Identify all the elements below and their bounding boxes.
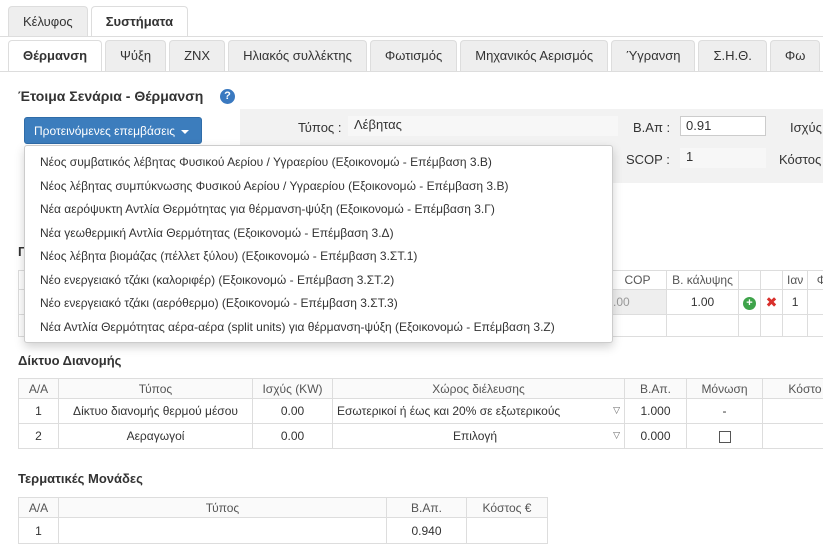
table-row: 1 Δίκτυο διανομής θερμού μέσου 0.00 Εσωτ… [18,398,823,424]
table-row: 1 0.940 [18,517,548,544]
col-cost: Κόστος € [466,497,548,518]
col-type: Τύπος [58,497,387,518]
terminal-title: Τερματικές Μονάδες [18,471,143,486]
add-icon[interactable]: + [743,296,756,310]
col-cop: COP [608,270,667,290]
feb-cell: 1 [807,289,823,315]
select-arrow-icon: ▽ [613,430,620,440]
bap-input[interactable]: 0.91 [680,116,766,136]
menu-item[interactable]: Νέο ενεργειακό τζάκι (αερόθερμο) (Εξοικο… [25,292,612,316]
interventions-menu: Νέος συμβατικός λέβητας Φυσικού Αερίου /… [24,145,613,343]
col-coverage: Β. κάλυψης [666,270,739,290]
col-bap: Β.Απ. [624,378,687,399]
col-cost: Κόστο [762,378,823,399]
col-space: Χώρος διέλευσης [332,378,625,399]
space-value: Επιλογή [452,429,498,443]
tab-ygransi[interactable]: Ύγρανση [611,40,696,72]
aa-cell: 1 [18,398,59,424]
insulation-checkbox[interactable] [718,430,731,443]
scenario-title: Έτοιμα Σενάρια - Θέρμανση [18,88,204,104]
aa-cell: 1 [18,517,59,544]
tab-psyxi[interactable]: Ψύξη [105,40,167,72]
col-jan: Ιαν [781,270,809,290]
aa-cell: 2 [18,423,59,449]
type-cell [58,517,387,544]
menu-item[interactable]: Νέα Αντλία Θερμότητας αέρα-αέρα (split u… [25,316,612,340]
tab-znx[interactable]: ΖΝΧ [169,40,226,72]
tab-fo-partial[interactable]: Φω [769,40,821,72]
space-select[interactable]: Επιλογή ▽ [332,423,625,449]
bap-cell: 1.000 [624,398,687,424]
power-label: Ισχύς [790,120,822,135]
col-power: Ισχύς (KW) [252,378,333,399]
insulation-cell: - [686,398,763,424]
network-table: Α/Α Τύπος Ισχύς (KW) Χώρος διέλευσης Β.Α… [18,378,823,449]
type-label: Τύπος : [298,120,342,135]
scop-label: SCOP : [626,152,670,167]
select-arrow-icon: ▽ [613,405,620,415]
col-insulation: Μόνωση [686,378,763,399]
space-value: Εσωτερικοί ή έως και 20% σε εξωτερικούς [337,404,561,418]
tab-systimata[interactable]: Συστήματα [90,6,189,37]
menu-item[interactable]: Νέος συμβατικός λέβητας Φυσικού Αερίου /… [25,151,612,175]
power-cell[interactable]: 0.00 [252,398,333,424]
power-cell[interactable]: 0.00 [252,423,333,449]
divider [0,36,823,37]
sub-tabs: Θέρμανση Ψύξη ΖΝΧ Ηλιακός συλλέκτης Φωτι… [8,40,823,72]
type-cell: Δίκτυο διανομής θερμού μέσου [58,398,253,424]
cost-cell [466,517,548,544]
menu-item[interactable]: Νέος λέβητας συμπύκνωσης Φυσικού Αερίου … [25,175,612,199]
suggested-interventions-button[interactable]: Προτεινόμενες επεμβάσεις [24,117,202,144]
help-icon[interactable]: ? [220,89,235,104]
tab-mixanikos-aerismos[interactable]: Μηχανικός Αερισμός [460,40,609,72]
divider [0,71,823,72]
top-tabs: Κέλυφος Συστήματα [8,6,191,37]
menu-item[interactable]: Νέος λέβητα βιομάζας (πέλλετ ξύλου) (Εξο… [25,245,612,269]
tab-fotismos[interactable]: Φωτισμός [369,40,458,72]
coverage-cell: 1.00 [666,289,739,315]
bap-label: Β.Απ : [633,120,671,135]
tab-kelyfos[interactable]: Κέλυφος [8,6,88,37]
bap-cell: 0.940 [386,517,467,544]
col-aa: Α/Α [18,497,59,518]
bap-cell: 0.000 [624,423,687,449]
cop-cell: .00 [608,289,667,315]
tab-sith[interactable]: Σ.Η.Θ. [698,40,767,72]
terminal-table: Α/Α Τύπος Β.Απ. Κόστος € 1 0.940 [18,497,548,544]
menu-item[interactable]: Νέο ενεργειακό τζάκι (καλοριφέρ) (Εξοικο… [25,269,612,293]
tab-iliakos-syllektis[interactable]: Ηλιακός συλλέκτης [228,40,367,72]
type-cell: Αεραγωγοί [58,423,253,449]
scop-field: 1 [680,148,766,168]
tab-thermansi[interactable]: Θέρμανση [8,40,103,72]
cost-label: Κόστος [779,152,822,167]
col-aa: Α/Α [18,378,59,399]
jan-cell: 1 [781,289,809,315]
type-field: Λέβητας [348,116,618,136]
delete-icon[interactable]: ✖ [766,294,778,310]
col-type: Τύπος [58,378,253,399]
dropdown-label: Προτεινόμενες επεμβάσεις [34,124,176,138]
menu-item[interactable]: Νέα γεωθερμική Αντλία Θερμότητας (Εξοικο… [25,222,612,246]
table-row: 2 Αεραγωγοί 0.00 Επιλογή ▽ 0.000 [18,423,823,449]
col-feb: Φεβ [807,270,823,290]
network-title: Δίκτυο Διανομής [18,353,122,368]
space-select[interactable]: Εσωτερικοί ή έως και 20% σε εξωτερικούς ▽ [332,398,625,424]
col-bap: Β.Απ. [386,497,467,518]
menu-item[interactable]: Νέα αερόψυκτη Αντλία Θερμότητας για θέρμ… [25,198,612,222]
caret-down-icon [181,129,190,134]
